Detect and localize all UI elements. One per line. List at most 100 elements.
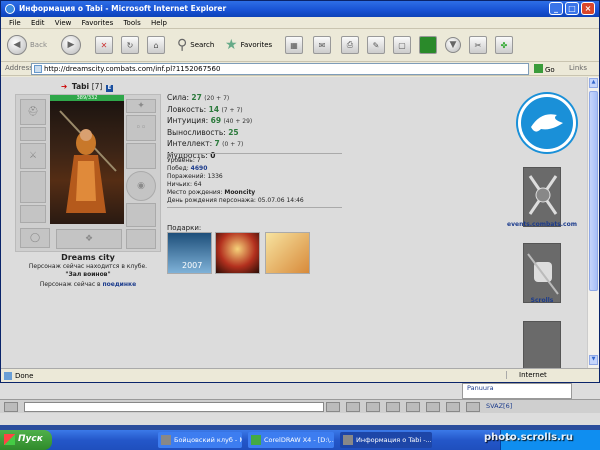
window-title: Информация о Tabi - Microsoft Internet E… xyxy=(19,4,227,13)
menu-favorites[interactable]: Favorites xyxy=(82,17,114,29)
info-row: Уровень: 7 xyxy=(167,157,201,164)
address-label: Address xyxy=(5,64,33,72)
addon-button[interactable]: ✤ xyxy=(495,34,513,56)
history-icon: ▦ xyxy=(285,36,303,54)
gift-item[interactable] xyxy=(265,232,310,274)
page-content: ➔ Tabi [7] E 389/332 ⛑ ⚔ ◯ ✦ ◦◦ ◉ ❖ Drea… xyxy=(1,77,587,368)
amulet-slot[interactable]: ✦ xyxy=(126,99,156,113)
chat-user[interactable]: Panuurа xyxy=(467,384,571,392)
links-button[interactable]: Links xyxy=(569,64,587,72)
divider xyxy=(167,153,342,154)
scroll-thumb[interactable] xyxy=(589,91,598,291)
fist-icon xyxy=(527,253,559,295)
messenger-button[interactable] xyxy=(419,34,437,56)
fight-icon[interactable] xyxy=(406,402,420,412)
gift-item[interactable] xyxy=(215,232,260,274)
shield-slot[interactable]: ◉ xyxy=(126,171,156,201)
music-icon[interactable] xyxy=(426,402,440,412)
tool-icon: ✂ xyxy=(469,36,487,54)
print-button[interactable]: ⎙ xyxy=(341,34,359,56)
location-room: "Зал воинов" xyxy=(65,271,111,278)
helmet-slot[interactable]: ⛑ xyxy=(20,99,46,125)
filter-icon[interactable] xyxy=(366,402,380,412)
info-row: Побед: 4690 xyxy=(167,165,208,172)
close-button[interactable]: × xyxy=(581,2,595,15)
scrolls-banner[interactable] xyxy=(523,243,561,303)
addon-icon: ✤ xyxy=(495,36,513,54)
mail-button[interactable]: ✉ xyxy=(313,34,331,56)
scroll-down-icon[interactable]: ▼ xyxy=(589,355,598,365)
back-button[interactable]: ◀ Back xyxy=(7,34,47,56)
task-coreldraw[interactable]: CorelDRAW X4 - [D:\... xyxy=(248,432,334,448)
title-bar: Информация о Tabi - Microsoft Internet E… xyxy=(1,1,599,17)
address-input[interactable]: http://dreamscity.combats.com/inf.pl?115… xyxy=(31,63,529,75)
bracer-slot[interactable] xyxy=(20,127,46,141)
city-name: Dreams city xyxy=(61,253,115,262)
character-name: ➔ Tabi [7] E xyxy=(61,82,113,92)
send-icon[interactable] xyxy=(326,402,340,412)
third-banner[interactable] xyxy=(523,321,561,368)
sound-icon[interactable] xyxy=(446,402,460,412)
menu-view[interactable]: View xyxy=(55,17,72,29)
stat-row: Сила: 27 (20 + 7) xyxy=(167,93,230,102)
home-button[interactable]: ⌂ xyxy=(147,34,165,56)
pants-slot[interactable] xyxy=(126,203,156,227)
address-bar: Address http://dreamscity.combats.com/in… xyxy=(1,62,599,76)
clan-badge[interactable]: E xyxy=(105,85,113,92)
belt-slot[interactable] xyxy=(20,205,46,223)
chat-icon[interactable] xyxy=(4,402,18,412)
task-combats[interactable]: Бойцовский клуб - M... xyxy=(158,432,242,448)
note-icon: ▢ xyxy=(393,36,411,54)
armor-slot[interactable] xyxy=(20,171,46,203)
clear-icon[interactable] xyxy=(386,402,400,412)
weapon-slot[interactable]: ⚔ xyxy=(20,143,46,169)
discuss-button[interactable]: ▢ xyxy=(393,34,411,56)
forward-button[interactable]: ▶ xyxy=(61,34,81,56)
chat-input[interactable] xyxy=(24,402,324,412)
info-row: Ничьих: 64 xyxy=(167,181,202,188)
events-banner[interactable] xyxy=(523,167,561,227)
research-button[interactable]: ▼ xyxy=(445,34,461,56)
scroll-up-icon[interactable]: ▲ xyxy=(589,78,598,88)
task-info-tabi[interactable]: Информация о Tabi -... xyxy=(340,432,432,448)
minimize-button[interactable]: _ xyxy=(549,2,563,15)
stop-button[interactable]: ✕ xyxy=(95,34,113,56)
refresh-button[interactable]: ↻ xyxy=(121,34,139,56)
menu-edit[interactable]: Edit xyxy=(31,17,45,29)
dove-emblem[interactable] xyxy=(518,94,576,152)
refresh-icon: ↻ xyxy=(121,36,139,54)
search-button[interactable]: ⚲ Search xyxy=(177,34,214,56)
status-text: Done xyxy=(15,372,34,380)
globe-icon[interactable] xyxy=(466,402,480,412)
events-link[interactable]: events.combats.com xyxy=(502,221,582,228)
shield-icon: ▼ xyxy=(445,37,461,53)
info-block: Уровень: 7 Побед: 4690 Поражений: 1336 Н… xyxy=(167,157,304,205)
character-portrait[interactable] xyxy=(50,101,124,224)
gift-item[interactable]: 2007 xyxy=(167,232,212,274)
tool-button[interactable]: ✂ xyxy=(469,34,487,56)
boots-slot[interactable] xyxy=(126,229,156,249)
menu-tools[interactable]: Tools xyxy=(123,17,140,29)
scrolls-link[interactable]: Scrolls xyxy=(502,297,582,304)
menu-file[interactable]: File xyxy=(9,17,21,29)
smile-icon[interactable] xyxy=(346,402,360,412)
chat-user[interactable]: SVAZ[6] xyxy=(486,402,512,410)
page-icon xyxy=(34,65,42,73)
divider xyxy=(167,207,342,208)
edit-button[interactable]: ✎ xyxy=(367,34,385,56)
ie-icon xyxy=(5,4,15,14)
go-button[interactable]: Go xyxy=(534,64,555,74)
favorites-button[interactable]: ★ Favorites xyxy=(225,34,272,56)
maximize-button[interactable]: □ xyxy=(565,2,579,15)
rings-slot[interactable]: ◦◦ xyxy=(126,115,156,141)
start-button[interactable]: Пуск xyxy=(0,430,52,450)
menu-help[interactable]: Help xyxy=(151,17,167,29)
fight-link[interactable]: поединке xyxy=(102,281,136,288)
vertical-scrollbar[interactable]: ▲ ▼ xyxy=(587,77,599,368)
gloves-slot[interactable] xyxy=(126,143,156,169)
stat-row: Интеллект: 7 (0 + 7) xyxy=(167,139,244,148)
messenger-icon xyxy=(419,36,437,54)
go-arrow-icon xyxy=(534,64,543,73)
history-button[interactable]: ▦ xyxy=(285,34,303,56)
ring-slot[interactable]: ◯ xyxy=(20,228,50,248)
